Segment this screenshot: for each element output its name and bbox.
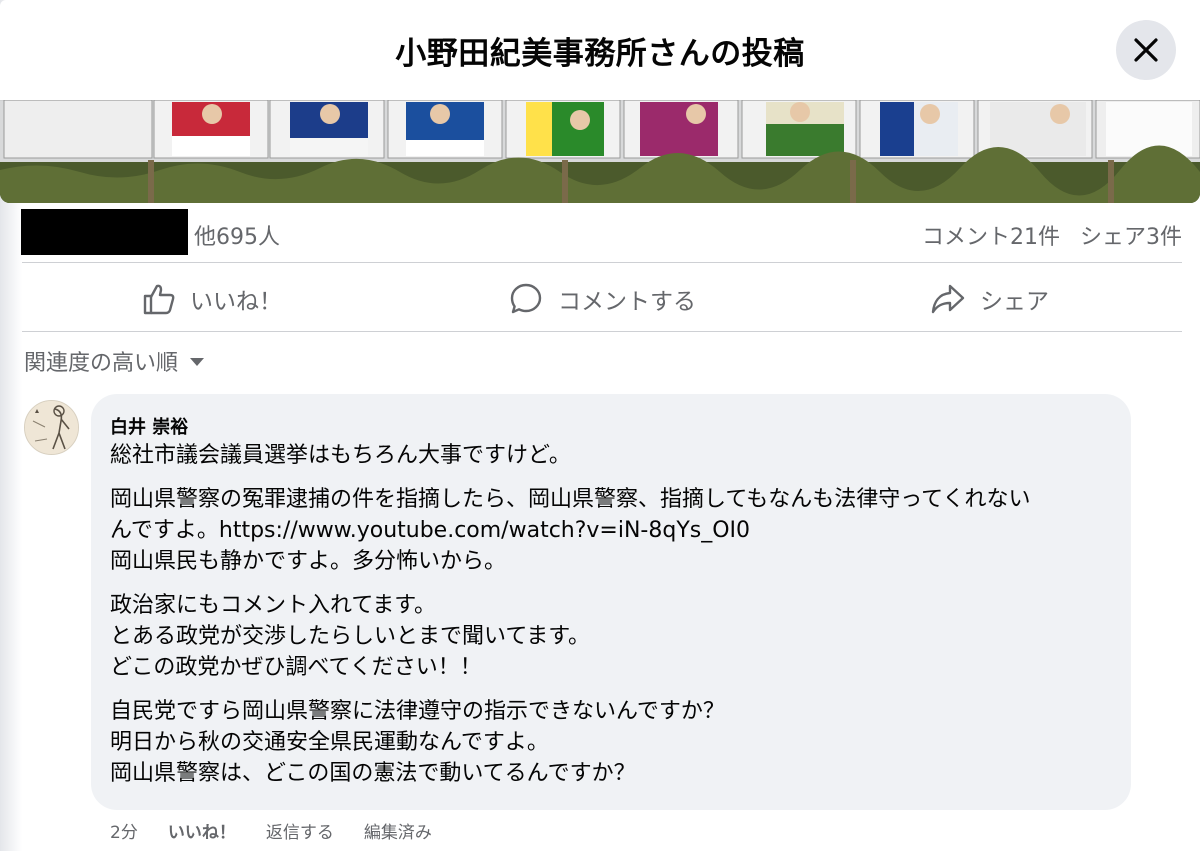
comment-meta: 2分 いいね！ 返信する 編集済み (110, 818, 432, 843)
comment-line: とある政党が交渉したらしいとまで聞いてます。 (110, 624, 591, 649)
like-label: いいね！ (190, 289, 282, 315)
comment-author[interactable]: 白井 崇裕 (110, 413, 188, 439)
close-icon (1134, 38, 1158, 62)
post-photo[interactable] (0, 100, 1200, 203)
reaction-count[interactable]: 他695人 (194, 219, 280, 251)
comment-paragraph: 総社市議会議員選挙はもちろん大事ですけど。 (110, 440, 1120, 471)
dialog-title: 小野田紀美事務所さんの投稿 (395, 36, 805, 72)
avatar[interactable] (24, 400, 79, 455)
comment-line: 明日から秋の交通安全県民運動なんですよ。 (110, 730, 549, 755)
comment-sort-dropdown[interactable]: 関連度の高い順 (24, 345, 205, 377)
engagement-counts: コメント21件 シェア3件 (922, 219, 1182, 251)
share-button[interactable]: シェア (930, 276, 1049, 322)
avatar-sketch-icon (25, 401, 78, 454)
comment-paragraph: 政治家にもコメント入れてます。 とある政党が交渉したらしいとまで聞いてます。 ど… (110, 590, 1120, 683)
comment-timestamp[interactable]: 2分 (110, 818, 138, 843)
comment-button[interactable]: コメントする (508, 276, 696, 322)
share-arrow-icon (931, 284, 965, 314)
thumbs-up-icon (143, 284, 175, 315)
caret-down-icon (190, 358, 205, 366)
comment-bubble-icon (510, 283, 542, 314)
comment-like-link[interactable]: いいね！ (168, 818, 236, 843)
comment-body: 総社市議会議員選挙はもちろん大事ですけど。 岡山県警察の冤罪逮捕の件を指摘したら… (110, 440, 1120, 802)
comment-line: 自民党ですら岡山県警察に法律遵守の指示できないんですか？ (110, 699, 725, 724)
comment-edited-label[interactable]: 編集済み (364, 818, 432, 843)
comment-paragraph: 自民党ですら岡山県警察に法律遵守の指示できないんですか？ 明日から秋の交通安全県… (110, 696, 1120, 789)
comment-line: 岡山県警察は、どこの国の憲法で動いてるんですか？ (110, 761, 636, 786)
comment-line: 総社市議会議員選挙はもちろん大事ですけど。 (110, 443, 571, 468)
sort-label: 関連度の高い順 (24, 351, 179, 376)
like-button[interactable]: いいね！ (142, 276, 282, 322)
comment-line: 政治家にもコメント入れてます。 (110, 593, 437, 618)
comment-line: どこの政党かぜひ調べてください！！ (110, 655, 482, 680)
post-dialog-header: 小野田紀美事務所さんの投稿 (0, 0, 1200, 100)
share-count[interactable]: シェア3件 (1080, 225, 1182, 250)
share-label: シェア (980, 289, 1049, 315)
comment-line: 岡山県警察の冤罪逮捕の件を指摘したら、岡山県警察、指摘してもなんも法律守ってくれ… (110, 487, 1031, 512)
redacted-reactor-names (21, 209, 188, 255)
comment-count[interactable]: コメント21件 (922, 225, 1060, 250)
close-button[interactable] (1116, 20, 1176, 80)
comment-paragraph: 岡山県警察の冤罪逮捕の件を指摘したら、岡山県警察、指摘してもなんも法律守ってくれ… (110, 484, 1120, 577)
comment-line-with-link[interactable]: んですよ。https://www.youtube.com/watch?v=iN-… (110, 515, 1120, 546)
divider (22, 331, 1182, 332)
divider (22, 262, 1182, 263)
comment-label: コメントする (558, 289, 696, 315)
comment-reply-link[interactable]: 返信する (266, 818, 334, 843)
campaign-poster-board-photo (0, 100, 1200, 203)
comment-line: 岡山県民も静かですよ。多分怖いから。 (110, 549, 507, 574)
